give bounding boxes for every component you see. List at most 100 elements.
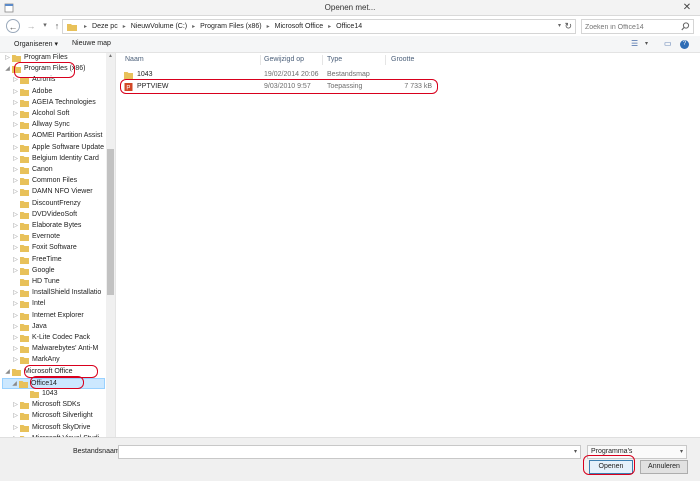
filename-input[interactable] bbox=[121, 447, 561, 457]
nav-item[interactable]: ▷ Adobe bbox=[0, 87, 106, 98]
chevron-right-icon[interactable]: ▸ bbox=[264, 23, 273, 30]
nav-item[interactable]: DiscountFrenzy bbox=[0, 199, 106, 210]
expanded-arrow-icon[interactable]: ◢ bbox=[4, 65, 11, 72]
nav-item[interactable]: ▷ Intel bbox=[0, 299, 106, 310]
folder-icon bbox=[30, 391, 39, 398]
expand-arrow-icon[interactable]: ▷ bbox=[12, 233, 19, 240]
nav-item[interactable]: ▷ Common Files bbox=[0, 176, 106, 187]
refresh-icon[interactable]: ↻ bbox=[564, 21, 572, 32]
expand-arrow-icon[interactable]: ▷ bbox=[12, 356, 19, 363]
search-input[interactable] bbox=[585, 22, 680, 32]
chevron-right-icon[interactable]: ▸ bbox=[120, 23, 129, 30]
expand-arrow-icon[interactable]: ▷ bbox=[12, 166, 19, 173]
expand-arrow-icon[interactable]: ▷ bbox=[12, 110, 19, 117]
expand-arrow-icon[interactable]: ▷ bbox=[12, 144, 19, 151]
search-icon[interactable] bbox=[681, 22, 690, 31]
chevron-down-icon[interactable]: ▾ bbox=[645, 40, 648, 47]
chevron-down-icon[interactable]: ▾ bbox=[558, 22, 561, 29]
view-options-icon[interactable]: ☰ bbox=[631, 39, 638, 48]
expand-arrow-icon[interactable]: ▷ bbox=[12, 88, 19, 95]
nav-item[interactable]: ▷ Microsoft Silverlight bbox=[0, 411, 106, 422]
chevron-right-icon[interactable]: ▸ bbox=[81, 23, 90, 30]
column-divider[interactable] bbox=[260, 55, 261, 65]
back-button[interactable]: ← bbox=[6, 19, 20, 33]
nav-item[interactable]: ▷ Microsoft SkyDrive bbox=[0, 423, 106, 434]
filename-field[interactable]: ▾ bbox=[118, 445, 581, 459]
column-header-size[interactable]: Grootte bbox=[391, 56, 414, 63]
nav-item[interactable]: ▷ DVDVideoSoft bbox=[0, 210, 106, 221]
address-bar[interactable]: ▸ Deze pc ▸ NieuwVolume (C:) ▸ Program F… bbox=[62, 19, 576, 34]
breadcrumb-item[interactable]: Program Files (x86) bbox=[198, 23, 263, 30]
nav-item[interactable]: ▷ Malwarebytes' Anti-M bbox=[0, 344, 106, 355]
expand-arrow-icon[interactable]: ▷ bbox=[12, 99, 19, 106]
chevron-down-icon[interactable]: ▾ bbox=[574, 448, 577, 455]
cancel-button[interactable]: Annuleren bbox=[640, 460, 688, 474]
expand-arrow-icon[interactable]: ▷ bbox=[12, 211, 19, 218]
breadcrumb-item[interactable]: NieuwVolume (C:) bbox=[129, 23, 189, 30]
expand-arrow-icon[interactable]: ▷ bbox=[12, 424, 19, 431]
forward-button[interactable]: → bbox=[24, 19, 38, 33]
column-header-name[interactable]: Naam bbox=[125, 56, 144, 63]
nav-item[interactable]: ▷ AOMEI Partition Assist bbox=[0, 131, 106, 142]
expand-arrow-icon[interactable]: ▷ bbox=[12, 401, 19, 408]
nav-item[interactable]: ▷ AGEIA Technologies bbox=[0, 98, 106, 109]
nav-item[interactable]: ▷ K-Lite Codec Pack bbox=[0, 333, 106, 344]
nav-scrollbar[interactable]: ▲ bbox=[106, 53, 115, 437]
nav-item[interactable]: ▷ Allway Sync bbox=[0, 120, 106, 131]
nav-item[interactable]: ▷ Elaborate Bytes bbox=[0, 221, 106, 232]
nav-item[interactable]: ▷ Canon bbox=[0, 165, 106, 176]
expand-arrow-icon[interactable]: ▷ bbox=[12, 256, 19, 263]
column-header-modified[interactable]: Gewijzigd op bbox=[264, 56, 304, 63]
expand-arrow-icon[interactable]: ▷ bbox=[12, 188, 19, 195]
expand-arrow-icon[interactable]: ▷ bbox=[12, 244, 19, 251]
nav-item[interactable]: ▷ Belgium Identity Card bbox=[0, 154, 106, 165]
help-icon[interactable]: ? bbox=[680, 40, 689, 49]
breadcrumb-item[interactable]: Microsoft Office bbox=[273, 23, 326, 30]
nav-item[interactable]: ▷ Microsoft SDKs bbox=[0, 400, 106, 411]
nav-item[interactable]: ▷ Alcohol Soft bbox=[0, 109, 106, 120]
close-button[interactable]: ✕ bbox=[680, 1, 694, 14]
nav-item[interactable]: HD Tune bbox=[0, 277, 106, 288]
scroll-up-icon[interactable]: ▲ bbox=[106, 53, 115, 61]
expand-arrow-icon[interactable]: ▷ bbox=[12, 412, 19, 419]
nav-item[interactable]: ▷ Evernote bbox=[0, 232, 106, 243]
preview-pane-icon[interactable]: ▭ bbox=[664, 39, 672, 48]
expand-arrow-icon[interactable]: ▷ bbox=[12, 222, 19, 229]
expand-arrow-icon[interactable]: ▷ bbox=[12, 323, 19, 330]
expand-arrow-icon[interactable]: ▷ bbox=[12, 177, 19, 184]
expand-arrow-icon[interactable]: ▷ bbox=[12, 312, 19, 319]
nav-item[interactable]: ▷ Java bbox=[0, 322, 106, 333]
expanded-arrow-icon[interactable]: ◢ bbox=[4, 368, 11, 375]
nav-item[interactable]: ▷ Internet Explorer bbox=[0, 311, 106, 322]
expand-arrow-icon[interactable]: ▷ bbox=[12, 155, 19, 162]
breadcrumb-item[interactable]: Deze pc bbox=[90, 23, 120, 30]
search-box[interactable] bbox=[581, 19, 694, 34]
expand-arrow-icon[interactable]: ▷ bbox=[4, 54, 11, 61]
nav-item[interactable]: ▷ Foxit Software bbox=[0, 243, 106, 254]
scrollbar-thumb[interactable] bbox=[107, 149, 114, 295]
column-divider[interactable] bbox=[322, 55, 323, 65]
chevron-right-icon[interactable]: ▸ bbox=[189, 23, 198, 30]
expand-arrow-icon[interactable]: ▷ bbox=[12, 267, 19, 274]
breadcrumb-item[interactable]: Office14 bbox=[334, 23, 364, 30]
nav-item[interactable]: ▷ InstallShield Installatio bbox=[0, 288, 106, 299]
expand-arrow-icon[interactable]: ▷ bbox=[12, 132, 19, 139]
organize-button[interactable]: Organiseren ▾ bbox=[14, 40, 58, 48]
nav-item[interactable]: ▷ Google bbox=[0, 266, 106, 277]
column-divider[interactable] bbox=[385, 55, 386, 65]
nav-item-label: DVDVideoSoft bbox=[32, 210, 78, 218]
nav-item[interactable]: ▷ Apple Software Update bbox=[0, 143, 106, 154]
expand-arrow-icon[interactable]: ▷ bbox=[12, 334, 19, 341]
expand-arrow-icon[interactable]: ▷ bbox=[12, 300, 19, 307]
nav-item[interactable]: ▷ DAMN NFO Viewer bbox=[0, 187, 106, 198]
chevron-down-icon[interactable]: ▾ bbox=[680, 448, 683, 455]
expand-arrow-icon[interactable]: ▷ bbox=[12, 121, 19, 128]
expand-arrow-icon[interactable]: ▷ bbox=[12, 345, 19, 352]
new-folder-button[interactable]: Nieuwe map bbox=[72, 40, 111, 47]
nav-item[interactable]: ▷ FreeTime bbox=[0, 255, 106, 266]
column-header-type[interactable]: Type bbox=[327, 56, 342, 63]
nav-item[interactable]: 1043 bbox=[0, 389, 106, 400]
expand-arrow-icon[interactable]: ▷ bbox=[12, 289, 19, 296]
chevron-right-icon[interactable]: ▸ bbox=[325, 23, 334, 30]
expanded-arrow-icon[interactable]: ◢ bbox=[11, 380, 18, 387]
